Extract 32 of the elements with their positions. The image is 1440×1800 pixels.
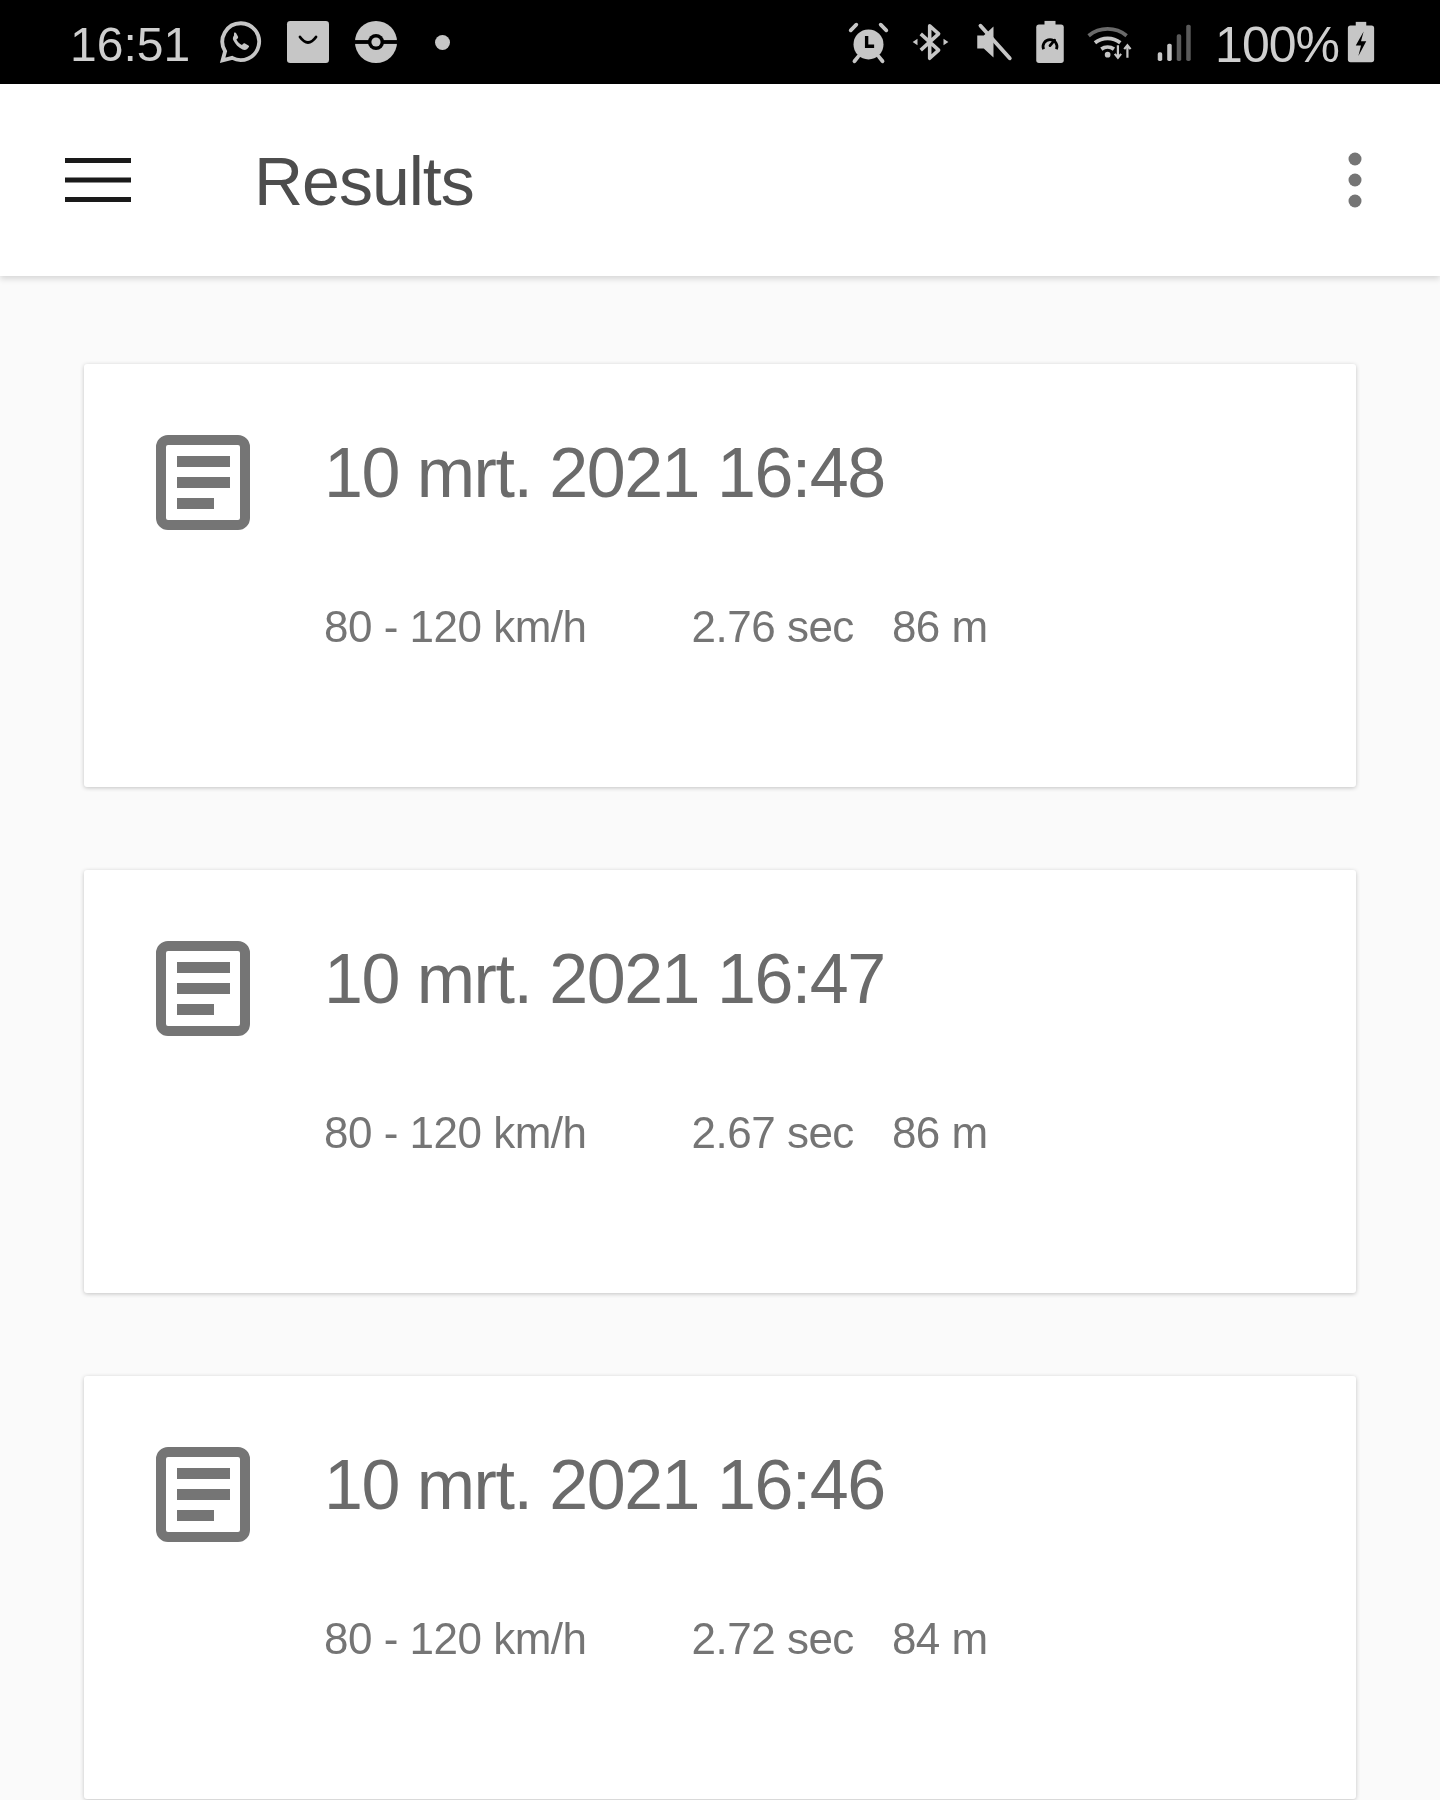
result-date: 10 mrt. 2021 16:48 — [324, 438, 886, 508]
speed-range: 80 - 120 km/h — [324, 1111, 587, 1155]
bluetooth-icon — [911, 21, 951, 63]
distance: 86 m — [891, 1111, 988, 1155]
more-options-icon — [1348, 152, 1362, 208]
result-card[interactable]: 10 mrt. 2021 16:48 80 - 120 km/h 2.76 sec 86 m — [84, 364, 1356, 787]
speed-range: 80 - 120 km/h — [324, 1617, 587, 1661]
signal-bars-icon — [1157, 23, 1194, 61]
distance: 84 m — [891, 1617, 988, 1661]
more-options-button[interactable] — [1348, 152, 1362, 208]
document-icon — [156, 435, 250, 530]
run-time: 2.72 sec — [691, 1617, 854, 1661]
muted-speaker-icon — [974, 21, 1014, 63]
document-icon — [156, 1447, 250, 1542]
battery-charging-icon — [1347, 20, 1375, 64]
battery-gauge-icon — [1035, 20, 1066, 64]
page-title: Results — [254, 147, 474, 215]
run-time: 2.76 sec — [691, 605, 854, 649]
result-date: 10 mrt. 2021 16:47 — [324, 944, 886, 1014]
dot-icon — [435, 34, 451, 50]
result-card[interactable]: 10 mrt. 2021 16:47 80 - 120 km/h 2.67 sec 86 m — [84, 870, 1356, 1293]
result-date: 10 mrt. 2021 16:46 — [324, 1450, 886, 1520]
document-icon — [156, 941, 250, 1036]
ball-icon — [353, 19, 400, 65]
menu-icon — [65, 158, 131, 202]
distance: 86 m — [891, 605, 988, 649]
status-time: 16:51 — [70, 21, 191, 69]
result-card[interactable]: 10 mrt. 2021 16:46 80 - 120 km/h 2.72 sec 84 m — [84, 1376, 1356, 1799]
menu-button[interactable] — [65, 158, 131, 202]
run-time: 2.67 sec — [691, 1111, 854, 1155]
battery-percentage: 100% — [1215, 20, 1339, 70]
speed-range: 80 - 120 km/h — [324, 605, 587, 649]
